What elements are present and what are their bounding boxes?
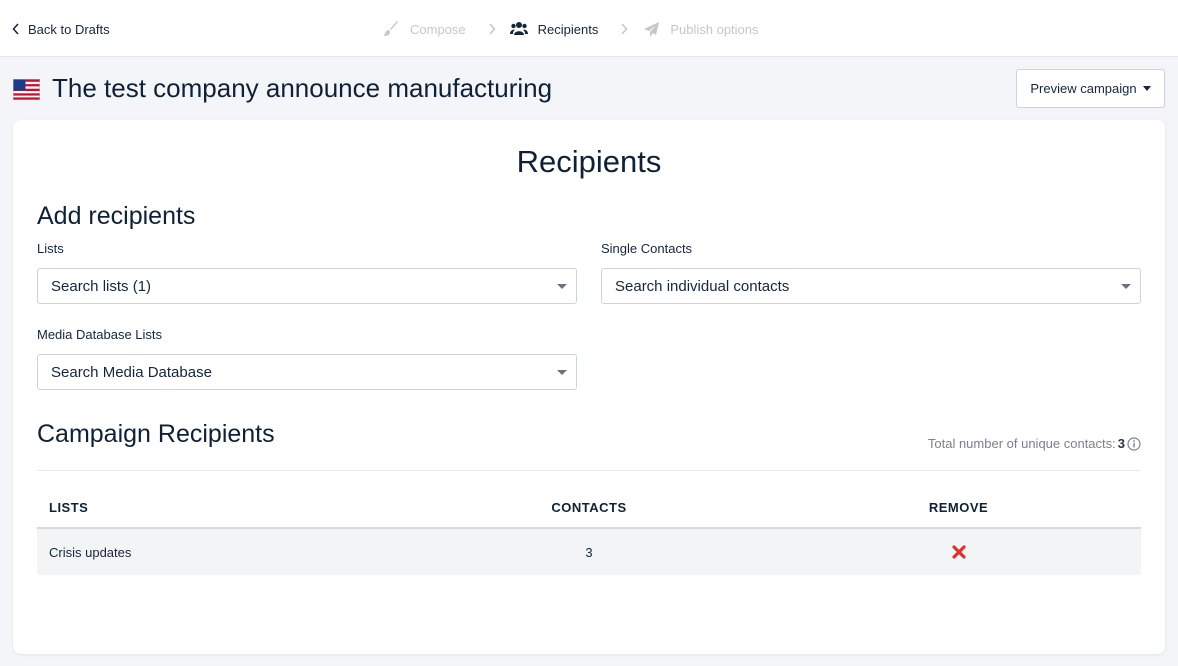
dropdown-arrow-icon	[557, 284, 567, 289]
single-contacts-label: Single Contacts	[601, 241, 693, 256]
campaign-title: The test company announce manufacturing	[52, 73, 553, 103]
remove-cell	[776, 545, 1141, 559]
media-database-select[interactable]: Search Media Database	[37, 354, 577, 390]
column-header-lists: LISTS	[49, 500, 89, 515]
campaign-recipients-title: Campaign Recipients	[37, 420, 275, 448]
users-icon	[509, 20, 528, 38]
step-compose-label: Compose	[410, 21, 466, 37]
chevron-right-icon	[488, 23, 496, 35]
campaign-recipients-table: LISTS CONTACTS REMOVE Crisis updates 3	[37, 488, 1141, 575]
dropdown-arrow-icon	[557, 370, 567, 375]
table-row: Crisis updates 3	[37, 529, 1141, 575]
info-icon[interactable]	[1127, 436, 1141, 451]
remove-icon[interactable]	[951, 545, 966, 559]
section-divider	[37, 470, 1141, 471]
top-navigation-bar: Back to Drafts Compose Recipients Publis…	[0, 0, 1178, 57]
table-header: LISTS CONTACTS REMOVE	[37, 488, 1141, 529]
step-compose[interactable]: Compose	[382, 20, 466, 38]
lists-label: Lists	[37, 241, 64, 256]
step-recipients-label: Recipients	[537, 21, 599, 37]
us-flag-icon	[12, 78, 41, 101]
single-contacts-select[interactable]: Search individual contacts	[601, 268, 1141, 304]
unique-contacts-label: Total number of unique contacts:	[927, 436, 1116, 451]
step-publish-options[interactable]: Publish options	[642, 20, 759, 38]
preview-campaign-button[interactable]: Preview campaign	[1016, 69, 1165, 108]
add-recipients-title: Add recipients	[37, 202, 196, 230]
paper-plane-icon	[642, 20, 660, 38]
contacts-count-cell: 3	[585, 544, 593, 560]
recipients-card: Recipients Add recipients Lists Search l…	[13, 120, 1165, 654]
list-name-cell: Crisis updates	[49, 544, 132, 560]
column-header-remove: REMOVE	[928, 500, 989, 515]
wizard-steps: Compose Recipients Publish options	[382, 18, 759, 40]
lists-select[interactable]: Search lists (1)	[37, 268, 577, 304]
preview-campaign-label: Preview campaign	[1030, 81, 1137, 96]
media-database-select-placeholder: Search Media Database	[51, 363, 212, 381]
unique-contacts-total: Total number of unique contacts: 3	[928, 436, 1141, 451]
step-recipients[interactable]: Recipients	[509, 20, 599, 38]
caret-down-icon	[1142, 86, 1151, 91]
step-publish-options-label: Publish options	[670, 21, 759, 37]
column-header-contacts: CONTACTS	[551, 500, 627, 515]
lists-select-placeholder: Search lists (1)	[51, 277, 152, 295]
back-to-drafts-link[interactable]: Back to Drafts	[12, 20, 110, 38]
back-to-drafts-label: Back to Drafts	[28, 21, 110, 37]
media-database-lists-label: Media Database Lists	[37, 327, 163, 342]
card-heading: Recipients	[516, 144, 662, 179]
unique-contacts-value: 3	[1117, 436, 1125, 451]
dropdown-arrow-icon	[1121, 284, 1131, 289]
chevron-right-icon	[620, 23, 628, 35]
brush-icon	[382, 20, 400, 38]
single-contacts-select-placeholder: Search individual contacts	[615, 277, 790, 295]
chevron-left-icon	[12, 20, 22, 38]
